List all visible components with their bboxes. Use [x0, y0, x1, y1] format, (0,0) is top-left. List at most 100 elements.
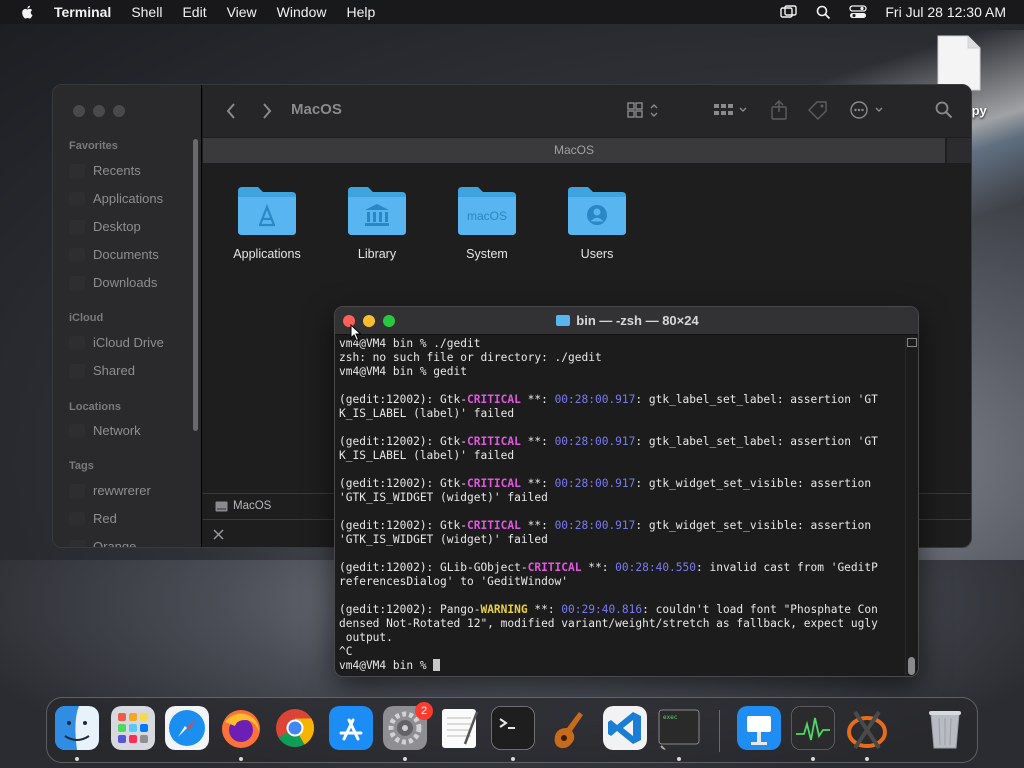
menu-window[interactable]: Window: [277, 4, 327, 20]
apple-logo-icon[interactable]: [18, 4, 38, 20]
folder-applications[interactable]: Applications: [222, 183, 312, 261]
clock-icon: [69, 163, 85, 178]
mouse-pointer-icon: [350, 324, 362, 342]
terminal-line: (gedit:12002): Gtk-CRITICAL **: 00:28:00…: [339, 435, 901, 449]
activity-monitor-app-icon[interactable]: [791, 706, 835, 750]
menu-edit[interactable]: Edit: [182, 4, 206, 20]
x11-app-icon[interactable]: [845, 706, 889, 750]
terminal-text: CRITICAL: [466, 477, 521, 490]
more-actions-icon[interactable]: [849, 100, 889, 120]
vscode-app-icon[interactable]: [603, 706, 647, 750]
trash-icon[interactable]: [923, 706, 967, 750]
spotlight-search-icon[interactable]: [816, 5, 831, 20]
firefox-app-icon[interactable]: [219, 706, 263, 750]
sidebar-item-tag-orange[interactable]: Orange: [69, 539, 137, 548]
terminal-text: WARNING: [480, 603, 528, 616]
launchpad-app-icon[interactable]: [111, 706, 155, 750]
sidebar-item-tag-rewwrerer[interactable]: rewwrerer: [69, 483, 151, 498]
terminal-text: **:: [520, 519, 555, 532]
finder-sidebar: Favorites Recents Applications Desktop D…: [53, 85, 202, 548]
folder-library[interactable]: Library: [332, 183, 422, 261]
share-icon[interactable]: [769, 99, 789, 121]
sidebar-item-icloud-drive[interactable]: iCloud Drive: [69, 335, 164, 350]
safari-app-icon[interactable]: [165, 706, 209, 750]
terminal-text: CRITICAL: [466, 393, 521, 406]
path-header-add-tab[interactable]: [947, 138, 971, 163]
notification-badge: 2: [415, 702, 433, 720]
forward-chevron-icon[interactable]: [261, 102, 273, 120]
applications-icon: [69, 191, 85, 206]
app-store-app-icon[interactable]: [329, 706, 373, 750]
textedit-app-icon[interactable]: [437, 706, 481, 750]
terminal-text: vm4@VM4 bin %: [339, 659, 434, 672]
finder-toolbar: MacOS: [203, 85, 971, 137]
finder-window-controls: [73, 105, 125, 117]
garageband-app-icon[interactable]: [547, 706, 591, 750]
terminal-title: bin — -zsh — 80×24: [335, 313, 918, 328]
sidebar-item-recents[interactable]: Recents: [69, 163, 141, 178]
terminal-text: (gedit:12002): Gtk-: [339, 435, 467, 448]
sidebar-scrollbar[interactable]: [193, 139, 198, 431]
terminal-scrollbar[interactable]: [905, 337, 917, 676]
sidebar-item-label: Orange: [93, 539, 137, 548]
system-folder-glyph: macOS: [467, 209, 507, 223]
terminal-app-icon[interactable]: [491, 706, 535, 750]
path-bar-label: MacOS: [233, 500, 272, 512]
zoom-button[interactable]: [113, 105, 125, 117]
folder-system[interactable]: macOS System: [442, 183, 532, 261]
sidebar-item-applications[interactable]: Applications: [69, 191, 163, 206]
terminal-titlebar[interactable]: bin — -zsh — 80×24: [335, 307, 918, 335]
finder-path-header[interactable]: MacOS: [203, 138, 945, 163]
menu-app-name[interactable]: Terminal: [54, 4, 111, 20]
sidebar-item-shared[interactable]: Shared: [69, 363, 135, 378]
sidebar-item-tag-red[interactable]: Red: [69, 511, 117, 526]
split-pane-button[interactable]: [907, 338, 917, 347]
minimize-button[interactable]: [93, 105, 105, 117]
sidebar-item-desktop[interactable]: Desktop: [69, 219, 141, 234]
folder-label: System: [466, 247, 508, 261]
terminal-text: 00:28:00.917: [554, 393, 636, 406]
search-icon[interactable]: [935, 101, 953, 119]
finder-window-title: MacOS: [291, 101, 342, 118]
terminal-output[interactable]: vm4@VM4 bin % ./gedit zsh: no such file o…: [339, 337, 901, 676]
screen-mirroring-icon[interactable]: [780, 5, 798, 19]
close-button[interactable]: [73, 105, 85, 117]
sidebar-item-network[interactable]: Network: [69, 423, 141, 438]
cloud-icon: [69, 335, 85, 350]
menu-shell[interactable]: Shell: [131, 4, 162, 20]
desktop-icon: [69, 219, 85, 234]
chrome-app-icon[interactable]: [273, 706, 317, 750]
close-path-bar-icon[interactable]: [213, 529, 224, 540]
terminal-text: (gedit:12002): Pango-: [339, 603, 481, 616]
terminal-scroll-thumb[interactable]: [908, 657, 915, 675]
folder-users[interactable]: Users: [552, 183, 642, 261]
menu-clock[interactable]: Fri Jul 28 12:30 AM: [885, 4, 1006, 20]
running-indicator: [677, 757, 681, 761]
terminal-text: (gedit:12002): Gtk-: [339, 393, 467, 406]
tag-dot-icon: [69, 511, 85, 526]
terminal-line: (gedit:12002): GLib-GObject-CRITICAL **:…: [339, 561, 901, 575]
path-bar-item[interactable]: MacOS: [215, 500, 271, 512]
terminal-text: **:: [520, 393, 555, 406]
view-grid-icon[interactable]: [627, 102, 661, 120]
sidebar-item-downloads[interactable]: Downloads: [69, 275, 157, 290]
back-chevron-icon[interactable]: [225, 102, 237, 120]
menu-view[interactable]: View: [227, 4, 257, 20]
sidebar-item-label: iCloud Drive: [93, 335, 164, 350]
control-center-icon[interactable]: [849, 5, 868, 19]
sidebar-item-documents[interactable]: Documents: [69, 247, 159, 262]
terminal-text: (gedit:12002): Gtk-: [339, 477, 467, 490]
keynote-app-icon[interactable]: [737, 706, 781, 750]
terminal-line: referencesDialog' to 'GeditWindow': [339, 575, 901, 589]
group-by-icon[interactable]: [713, 102, 749, 120]
exec-app-icon[interactable]: exec: [657, 706, 701, 750]
tag-icon[interactable]: [807, 100, 829, 120]
finder-app-icon[interactable]: [55, 706, 99, 750]
applications-folder-icon: [238, 187, 296, 235]
menu-help[interactable]: Help: [346, 4, 375, 20]
sidebar-section-icloud: iCloud: [69, 312, 104, 324]
running-indicator: [75, 757, 79, 761]
terminal-text: referencesDialog' to 'GeditWindow': [339, 575, 569, 588]
